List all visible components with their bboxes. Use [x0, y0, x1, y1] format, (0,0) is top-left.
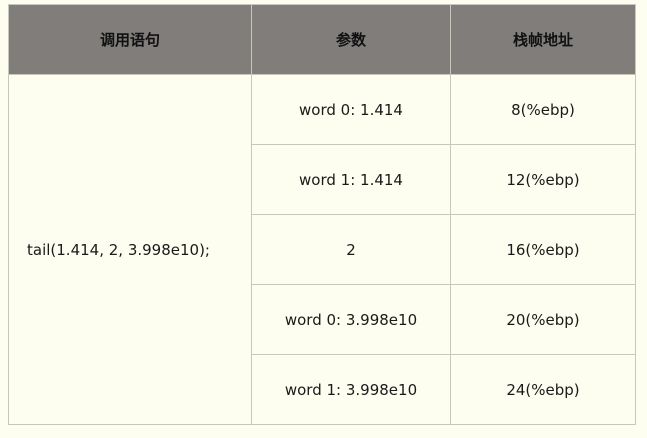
param-cell: word 0: 3.998e10 — [251, 284, 451, 355]
table-row: tail(1.414, 2, 3.998e10); word 0: 1.414 … — [8, 74, 636, 425]
address-cell: 16(%ebp) — [450, 214, 636, 285]
param-cell: word 0: 1.414 — [251, 74, 451, 145]
param-cell: 2 — [251, 214, 451, 285]
address-cell: 12(%ebp) — [450, 144, 636, 215]
address-cell: 20(%ebp) — [450, 284, 636, 355]
address-cell: 8(%ebp) — [450, 74, 636, 145]
header-parameter: 参数 — [251, 4, 451, 75]
table-body: tail(1.414, 2, 3.998e10); word 0: 1.414 … — [8, 74, 636, 425]
header-stack-address: 栈帧地址 — [450, 4, 636, 75]
table-header: 调用语句 参数 栈帧地址 — [8, 4, 636, 75]
header-call-statement: 调用语句 — [8, 4, 252, 75]
param-cell: word 1: 1.414 — [251, 144, 451, 215]
header-row: 调用语句 参数 栈帧地址 — [8, 4, 636, 75]
stack-frame-table: 调用语句 参数 栈帧地址 tail(1.414, 2, 3.998e10); w… — [8, 4, 636, 425]
param-cell: word 1: 3.998e10 — [251, 354, 451, 425]
address-cell: 24(%ebp) — [450, 354, 636, 425]
call-statement-cell: tail(1.414, 2, 3.998e10); — [8, 74, 252, 425]
